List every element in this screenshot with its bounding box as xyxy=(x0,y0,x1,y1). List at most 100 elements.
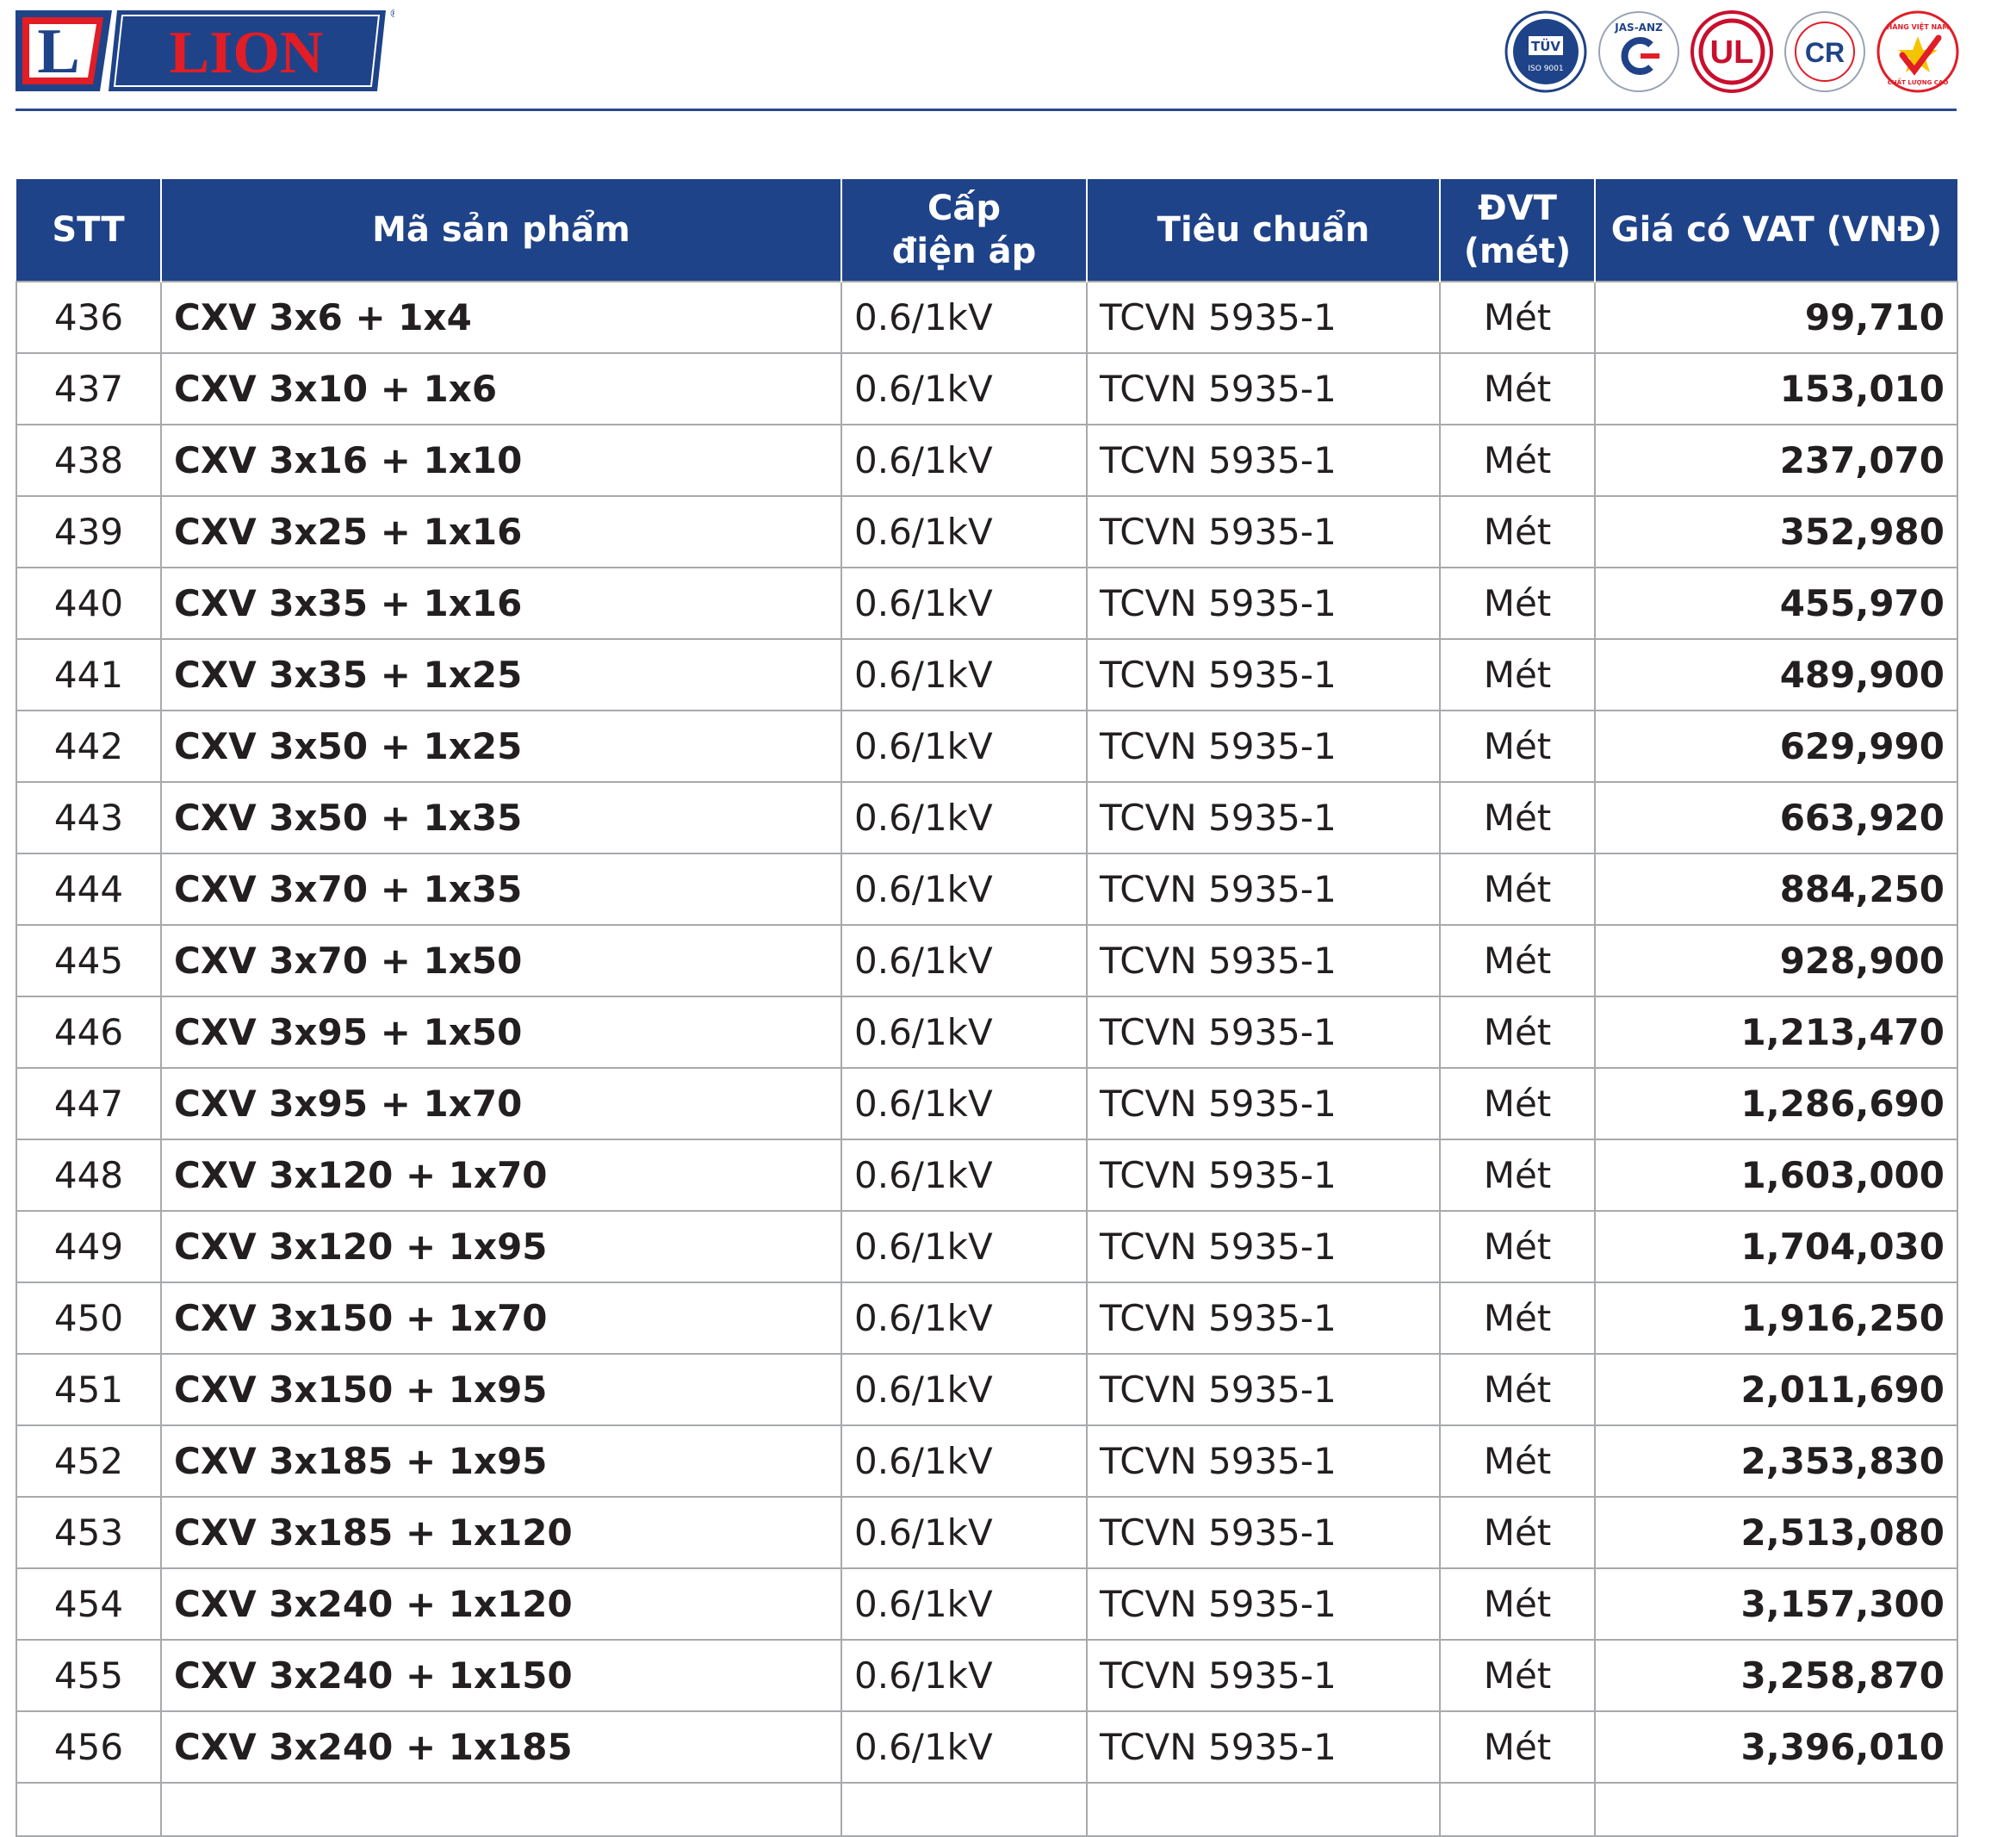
voltage-cell: 0.6/1kV xyxy=(841,281,1088,354)
voltage-cell: 0.6/1kV xyxy=(841,853,1088,926)
page-header: L LION ® TÜV ISO 9001 JAS-ANZ UL CR HÀNG… xyxy=(0,0,2016,112)
header-standard: Tiêu chuẩn xyxy=(1086,179,1440,282)
voltage-cell: 0.6/1kV xyxy=(841,1496,1088,1569)
unit-cell: Mét xyxy=(1439,638,1596,711)
lion-logo: L LION ® xyxy=(16,8,394,91)
brand-mark: L xyxy=(37,16,79,87)
header-product-code: Mã sản phẩm xyxy=(160,179,841,282)
table-row: 449 CXV 3x120 + 1x95 0.6/1kV TCVN 5935-1 Mét… xyxy=(16,1210,1958,1283)
standard-cell: TCVN 5935-1 xyxy=(1086,996,1441,1069)
unit-cell: Mét xyxy=(1439,996,1596,1069)
price-cell: 153,010 xyxy=(1594,352,1958,425)
product-code-cell: CXV 3x70 + 1x50 xyxy=(160,924,842,997)
standard-cell: TCVN 5935-1 xyxy=(1086,710,1441,783)
table-row: 453 CXV 3x185 + 1x120 0.6/1kV TCVN 5935-1 Mé… xyxy=(16,1496,1958,1569)
standard-cell: TCVN 5935-1 xyxy=(1086,1139,1441,1212)
svg-text:TÜV: TÜV xyxy=(1531,38,1560,54)
table-row: 443 CXV 3x50 + 1x35 0.6/1kV TCVN 5935-1 Mét 6… xyxy=(16,781,1958,854)
standard-cell: TCVN 5935-1 xyxy=(1086,1353,1441,1426)
standard-cell: TCVN 5935-1 xyxy=(1086,924,1441,997)
svg-text:JAS-ANZ: JAS-ANZ xyxy=(1614,22,1663,34)
stt-cell: 450 xyxy=(16,1282,162,1355)
price-cell: 2,513,080 xyxy=(1594,1496,1958,1569)
standard-cell: TCVN 5935-1 xyxy=(1086,1424,1441,1498)
price-cell: 884,250 xyxy=(1594,853,1958,926)
product-code-cell: CXV 3x185 + 1x95 xyxy=(160,1424,842,1498)
stt-cell: 443 xyxy=(16,781,162,854)
price-cell: 1,286,690 xyxy=(1594,1067,1958,1140)
voltage-cell: 0.6/1kV xyxy=(841,1710,1088,1784)
unit-cell: Mét xyxy=(1439,781,1596,854)
stt-cell: 448 xyxy=(16,1139,162,1212)
price-cell: 1,213,470 xyxy=(1594,996,1958,1069)
table-row: 448 CXV 3x120 + 1x70 0.6/1kV TCVN 5935-1 Mét… xyxy=(16,1139,1958,1212)
product-code-cell: CXV 3x120 + 1x95 xyxy=(160,1210,842,1283)
header-voltage: Cấp điện áp xyxy=(841,179,1087,282)
table-row: 438 CXV 3x16 + 1x10 0.6/1kV TCVN 5935-1 Mét 2… xyxy=(16,424,1958,497)
standard-cell: TCVN 5935-1 xyxy=(1086,781,1441,854)
voltage-cell: 0.6/1kV xyxy=(841,495,1088,568)
price-cell: 3,157,300 xyxy=(1594,1567,1958,1641)
stt-cell: 437 xyxy=(16,352,162,425)
table-row: 446 CXV 3x95 + 1x50 0.6/1kV TCVN 5935-1 Mét 1… xyxy=(16,996,1958,1069)
brand-name: LION xyxy=(170,20,324,86)
voltage-cell: 0.6/1kV xyxy=(841,924,1088,997)
unit-cell: Mét xyxy=(1439,352,1596,425)
standard-cell: TCVN 5935-1 xyxy=(1086,1496,1441,1569)
standard-cell: TCVN 5935-1 xyxy=(1086,281,1441,354)
voltage-cell: 0.6/1kV xyxy=(841,1353,1088,1426)
table-row: 455 CXV 3x240 + 1x150 0.6/1kV TCVN 5935-1 Mé… xyxy=(16,1639,1958,1712)
empty-cell xyxy=(16,1782,162,1837)
unit-cell: Mét xyxy=(1439,1282,1596,1355)
voltage-cell: 0.6/1kV xyxy=(841,710,1088,783)
product-code-cell: CXV 3x240 + 1x185 xyxy=(160,1710,842,1784)
stt-cell: 446 xyxy=(16,996,162,1069)
empty-cell xyxy=(160,1782,842,1837)
stt-cell: 439 xyxy=(16,495,162,568)
product-code-cell: CXV 3x35 + 1x16 xyxy=(160,567,842,640)
price-cell: 928,900 xyxy=(1594,924,1958,997)
standard-cell: TCVN 5935-1 xyxy=(1086,1067,1441,1140)
standard-cell: TCVN 5935-1 xyxy=(1086,1282,1441,1355)
price-cell: 352,980 xyxy=(1594,495,1958,568)
voltage-cell: 0.6/1kV xyxy=(841,1067,1088,1140)
table-row-empty xyxy=(16,1782,1958,1837)
price-cell: 3,258,870 xyxy=(1594,1639,1958,1712)
price-cell: 1,704,030 xyxy=(1594,1210,1958,1283)
empty-cell xyxy=(841,1782,1088,1837)
standard-cell: TCVN 5935-1 xyxy=(1086,1567,1441,1641)
table-header-row: STT Mã sản phẩm Cấp điện áp Tiêu chuẩn ĐV… xyxy=(16,179,1957,282)
table-row: 450 CXV 3x150 + 1x70 0.6/1kV TCVN 5935-1 Mét… xyxy=(16,1282,1958,1355)
standard-cell: TCVN 5935-1 xyxy=(1086,1639,1441,1712)
stt-cell: 454 xyxy=(16,1567,162,1641)
stt-cell: 453 xyxy=(16,1496,162,1569)
stt-cell: 440 xyxy=(16,567,162,640)
svg-text:HÀNG VIỆT NAM: HÀNG VIỆT NAM xyxy=(1887,22,1950,31)
stt-cell: 442 xyxy=(16,710,162,783)
stt-cell: 456 xyxy=(16,1710,162,1784)
price-cell: 2,011,690 xyxy=(1594,1353,1958,1426)
unit-cell: Mét xyxy=(1439,853,1596,926)
product-code-cell: CXV 3x10 + 1x6 xyxy=(160,352,842,425)
table-row: 436 CXV 3x6 + 1x4 0.6/1kV TCVN 5935-1 Mét 99,… xyxy=(16,281,1958,354)
voltage-cell: 0.6/1kV xyxy=(841,424,1088,497)
voltage-cell: 0.6/1kV xyxy=(841,638,1088,711)
product-code-cell: CXV 3x150 + 1x95 xyxy=(160,1353,842,1426)
price-cell: 489,900 xyxy=(1594,638,1958,711)
voltage-cell: 0.6/1kV xyxy=(841,1639,1088,1712)
standard-cell: TCVN 5935-1 xyxy=(1086,853,1441,926)
product-code-cell: CXV 3x50 + 1x35 xyxy=(160,781,842,854)
price-cell: 455,970 xyxy=(1594,567,1958,640)
standard-cell: TCVN 5935-1 xyxy=(1086,1210,1441,1283)
standard-cell: TCVN 5935-1 xyxy=(1086,1710,1441,1784)
jas-anz-icon: JAS-ANZ xyxy=(1598,11,1679,92)
product-code-cell: CXV 3x95 + 1x70 xyxy=(160,1067,842,1140)
tuv-iso-9001-icon: TÜV ISO 9001 xyxy=(1504,10,1587,93)
table-row: 445 CXV 3x70 + 1x50 0.6/1kV TCVN 5935-1 Mét 9… xyxy=(16,924,1958,997)
unit-cell: Mét xyxy=(1439,710,1596,783)
price-table: STT Mã sản phẩm Cấp điện áp Tiêu chuẩn ĐV… xyxy=(16,179,1958,1837)
unit-cell: Mét xyxy=(1439,1639,1596,1712)
voltage-cell: 0.6/1kV xyxy=(841,1210,1088,1283)
product-code-cell: CXV 3x6 + 1x4 xyxy=(160,281,842,354)
table-row: 441 CXV 3x35 + 1x25 0.6/1kV TCVN 5935-1 Mét 4… xyxy=(16,638,1958,711)
